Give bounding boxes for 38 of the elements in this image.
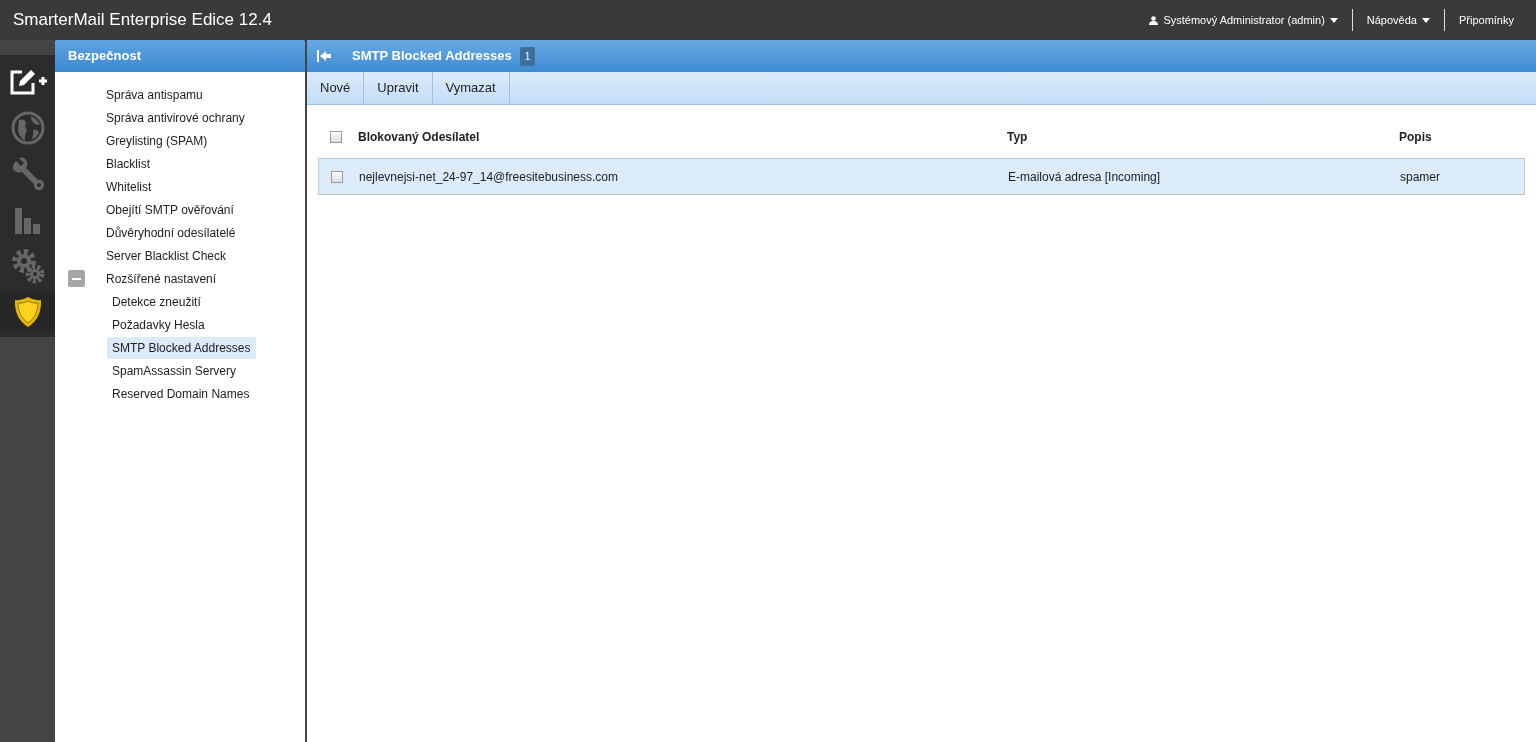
user-icon xyxy=(1149,15,1159,25)
sidebar-item[interactable]: Blacklist xyxy=(101,152,155,175)
column-header[interactable]: Blokovaný Odesílatel xyxy=(358,128,1007,146)
app-title: SmarterMail Enterprise Edice 12.4 xyxy=(13,9,272,32)
table-row[interactable]: nejlevnejsi-net_24-97_14@freesitebusiness.com E-mailová adresa [Incoming] spamer xyxy=(318,158,1525,195)
sidebar-item[interactable]: Požadavky Hesla xyxy=(107,313,210,336)
sidebar-item[interactable]: Greylisting (SPAM) xyxy=(101,129,213,152)
sidebar-item[interactable]: Whitelist xyxy=(101,175,157,198)
panel-title: SMTP Blocked Addresses xyxy=(352,47,512,66)
sidebar-item[interactable]: Důvěryhodní odesílatelé xyxy=(101,221,241,244)
sidebar-item[interactable]: Reserved Domain Names xyxy=(107,382,255,405)
toolbar-button[interactable]: Nové xyxy=(307,72,365,104)
sidebar-item[interactable]: Server Blacklist Check xyxy=(101,244,232,267)
minus-icon xyxy=(72,277,81,280)
menu-link[interactable]: Nápověda xyxy=(1352,11,1444,29)
panel-header: Bezpečnost xyxy=(55,40,305,72)
toolbar-button[interactable]: Upravit xyxy=(364,72,433,104)
table-cell-text: spamer xyxy=(1400,168,1441,186)
sidebar-item[interactable]: Správa antispamu xyxy=(101,83,208,106)
table-cell-text: nejlevnejsi-net_24-97_14@freesitebusiness.com xyxy=(359,168,619,186)
shield-icon[interactable] xyxy=(0,292,55,331)
toolbar-button[interactable]: Vymazat xyxy=(432,72,510,104)
sidebar-item[interactable]: Detekce zneužití xyxy=(107,290,206,313)
sidebar-item[interactable]: Obejítí SMTP ověřování xyxy=(101,198,239,221)
sidebar-item[interactable]: SpamAssassin Servery xyxy=(107,359,242,382)
column-header[interactable]: Typ xyxy=(1007,128,1399,146)
table-cell-text: E-mailová adresa [Incoming] xyxy=(1008,168,1162,186)
checkbox[interactable] xyxy=(331,170,343,183)
collapse-toggle[interactable] xyxy=(68,270,85,287)
checkbox[interactable] xyxy=(330,131,342,143)
column-header[interactable]: Popis xyxy=(1399,128,1525,146)
count-badge: 1 xyxy=(519,46,536,66)
collapse-panel-icon[interactable] xyxy=(317,50,331,62)
sidebar-item[interactable]: SMTP Blocked Addresses xyxy=(107,336,256,359)
sidebar-item[interactable]: Správa antivirové ochrany xyxy=(101,106,250,129)
menu-link[interactable]: Systémový Administrator (admin) xyxy=(1135,11,1352,29)
sidebar-item[interactable]: Rozšířené nastavení xyxy=(101,267,222,290)
menu-link[interactable]: Připomínky xyxy=(1444,11,1528,29)
